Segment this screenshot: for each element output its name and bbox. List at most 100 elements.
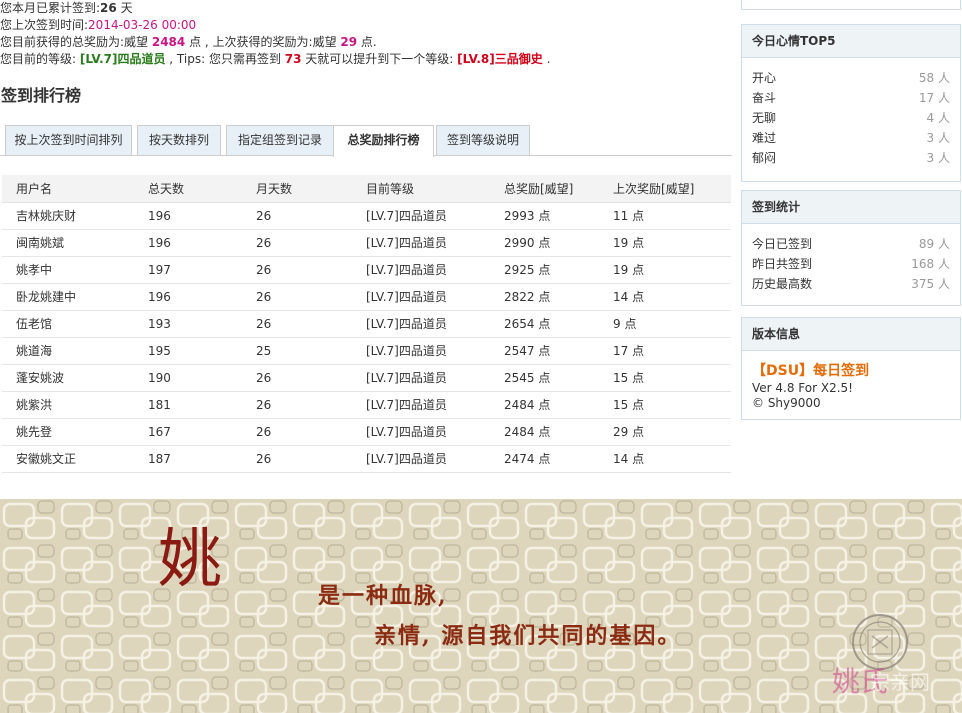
cell-level: [LV.7]四品道员 (366, 445, 504, 473)
cell-username[interactable]: 姚先登 (2, 418, 148, 446)
checkin-stats-title: 签到统计 (742, 191, 960, 224)
main-content: 您本月已累计签到:26 天 您上次签到时间:2014-03-26 00:00 您… (0, 0, 732, 68)
copyright-line[interactable]: © Shy9000 (742, 396, 960, 411)
last-reward-value: 29 (340, 35, 358, 49)
checkin-stats-box: 签到统计 今日已签到 89 人 昨日共签到 168 人 历史最高数 375 人 (741, 190, 961, 306)
mood-top5-box: 今日心情TOP5 开心 58 人 奋斗 17 人 无聊 4 人 难过 3 人 郁闷 3 人 (741, 24, 961, 182)
cell-total-reward: 2925 点 (504, 256, 613, 284)
cell-total-days: 196 (148, 202, 256, 230)
cell-total-days: 195 (148, 337, 256, 365)
version-info-box: 版本信息 【DSU】每日签到 Ver 4.8 For X2.5! © Shy90… (741, 317, 961, 420)
table-row: 姚先登 167 26 [LV.7]四品道员 2484 点 29 点 (2, 418, 731, 446)
cell-level: [LV.7]四品道员 (366, 202, 504, 230)
cell-last-reward: 19 点 (613, 256, 731, 284)
next-level-link[interactable]: [LV.8]三品御史 (457, 52, 543, 66)
stats-item: 今日已签到 89 人 (752, 237, 950, 251)
cell-month-days: 26 (256, 391, 366, 419)
cell-username[interactable]: 安徽姚文正 (2, 445, 148, 473)
col-username: 用户名 (2, 175, 148, 203)
table-row: 吉林姚庆财 196 26 [LV.7]四品道员 2993 点 11 点 (2, 202, 731, 230)
cell-month-days: 26 (256, 445, 366, 473)
table-row: 姚紫洪 181 26 [LV.7]四品道员 2484 点 15 点 (2, 391, 731, 419)
cell-username[interactable]: 姚紫洪 (2, 391, 148, 419)
cell-level: [LV.7]四品道员 (366, 283, 504, 311)
table-header-row: 用户名 总天数 月天数 目前等级 总奖励[威望] 上次奖励[威望] (2, 175, 731, 203)
monthly-days-value: 26 (100, 1, 117, 15)
yao-banner (0, 499, 962, 713)
cell-month-days: 25 (256, 337, 366, 365)
cell-total-days: 196 (148, 229, 256, 257)
cell-total-reward: 2993 点 (504, 202, 613, 230)
last-checkin-time-value: 2014-03-26 00:00 (88, 18, 197, 32)
cell-last-reward: 9 点 (613, 310, 731, 338)
table-row: 安徽姚文正 187 26 [LV.7]四品道员 2474 点 14 点 (2, 445, 731, 473)
cell-level: [LV.7]四品道员 (366, 364, 504, 392)
cell-level: [LV.7]四品道员 (366, 310, 504, 338)
cell-last-reward: 14 点 (613, 283, 731, 311)
cell-username[interactable]: 蓬安姚波 (2, 364, 148, 392)
cell-total-days: 196 (148, 283, 256, 311)
cell-username[interactable]: 吉林姚庆财 (2, 202, 148, 230)
col-level: 目前等级 (366, 175, 504, 203)
cell-month-days: 26 (256, 202, 366, 230)
dsu-product-link[interactable]: 【DSU】每日签到 (742, 361, 960, 381)
banner-slogan-line2: 亲情, 源自我们共同的基因。 (374, 623, 682, 649)
cell-total-reward: 2822 点 (504, 283, 613, 311)
mood-item: 开心 58 人 (752, 71, 950, 85)
cell-total-reward: 2990 点 (504, 229, 613, 257)
cell-total-days: 193 (148, 310, 256, 338)
cell-month-days: 26 (256, 283, 366, 311)
tab-total-reward[interactable]: 总奖励排行榜 (333, 125, 434, 157)
cell-username[interactable]: 姚道海 (2, 337, 148, 365)
tab-by-days[interactable]: 按天数排列 (137, 125, 221, 156)
table-row: 蓬安姚波 190 26 [LV.7]四品道员 2545 点 15 点 (2, 364, 731, 392)
ranking-table-body: 吉林姚庆财 196 26 [LV.7]四品道员 2993 点 11 点闽南姚斌 196 26[… (2, 202, 731, 473)
seal-stamp-icon (852, 614, 908, 670)
tab-by-last-checkin[interactable]: 按上次签到时间排列 (5, 125, 132, 156)
table-row: 闽南姚斌 196 26 [LV.7]四品道员 2990 点 19 点 (2, 229, 731, 257)
mood-item: 奋斗 17 人 (752, 91, 950, 105)
cell-username[interactable]: 伍老馆 (2, 310, 148, 338)
cell-total-days: 197 (148, 256, 256, 284)
cell-username[interactable]: 卧龙姚建中 (2, 283, 148, 311)
level-summary: 您目前的等级: [LV.7]四品道员 , Tips: 您只需再签到 73 天就可… (0, 52, 551, 66)
banner-yao-character: 姚 (158, 523, 222, 597)
tab-level-info[interactable]: 签到等级说明 (436, 125, 530, 156)
cell-last-reward: 15 点 (613, 391, 731, 419)
ranking-title: 签到排行榜 (1, 86, 82, 105)
cell-last-reward: 29 点 (613, 418, 731, 446)
tab-group-records[interactable]: 指定组签到记录 (226, 125, 334, 156)
last-checkin-time: 您上次签到时间:2014-03-26 00:00 (0, 18, 197, 32)
cell-last-reward: 17 点 (613, 337, 731, 365)
banner-pattern (0, 499, 962, 713)
mood-item: 难过 3 人 (752, 131, 950, 145)
col-last-reward: 上次奖励[威望] (613, 175, 731, 203)
col-month-days: 月天数 (256, 175, 366, 203)
cell-total-reward: 2474 点 (504, 445, 613, 473)
table-row: 卧龙姚建中 196 26 [LV.7]四品道员 2822 点 14 点 (2, 283, 731, 311)
cell-total-days: 190 (148, 364, 256, 392)
stats-item: 历史最高数 375 人 (752, 277, 950, 291)
cell-total-reward: 2545 点 (504, 364, 613, 392)
cell-month-days: 26 (256, 310, 366, 338)
table-row: 伍老馆 193 26 [LV.7]四品道员 2654 点9 点 (2, 310, 731, 338)
cell-total-reward: 2547 点 (504, 337, 613, 365)
current-level-link[interactable]: [LV.7]四品道员 (80, 52, 166, 66)
ranking-tabs: 按上次签到时间排列 按天数排列 指定组签到记录 总奖励排行榜 签到等级说明 (5, 125, 732, 157)
cell-total-days: 187 (148, 445, 256, 473)
sidebar-top-box-edge (741, 0, 961, 10)
col-total-days: 总天数 (148, 175, 256, 203)
cell-last-reward: 11 点 (613, 202, 731, 230)
version-info-title: 版本信息 (742, 318, 960, 351)
cell-username[interactable]: 姚孝中 (2, 256, 148, 284)
cell-username[interactable]: 闽南姚斌 (2, 229, 148, 257)
monthly-checkin-summary: 您本月已累计签到:26 天 (0, 1, 133, 15)
mood-top5-title: 今日心情TOP5 (742, 25, 960, 58)
cell-level: [LV.7]四品道员 (366, 337, 504, 365)
total-reward-value: 2484 (151, 35, 186, 49)
cell-last-reward: 15 点 (613, 364, 731, 392)
cell-total-reward: 2654 点 (504, 310, 613, 338)
cell-month-days: 26 (256, 418, 366, 446)
banner-slogan-line1: 是一种血脉, (318, 583, 448, 609)
cell-month-days: 26 (256, 229, 366, 257)
